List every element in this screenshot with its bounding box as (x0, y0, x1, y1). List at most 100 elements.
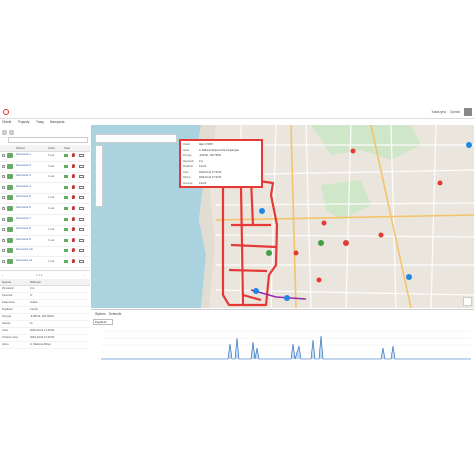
object-name: Kierowca 3 (16, 173, 31, 178)
location-icon[interactable] (72, 259, 75, 263)
popup-key: Obiekt (183, 143, 190, 146)
menu-bar: Obiekt Pojazdy Trasy Narzędzia (0, 119, 90, 127)
column-header[interactable]: Czas (48, 146, 55, 150)
list-item[interactable]: Kierowca 5 4 sek. (0, 193, 90, 205)
row-checkbox[interactable] (2, 154, 5, 157)
logo-icon (3, 109, 9, 115)
menu-item[interactable]: Narzędzia (50, 120, 64, 124)
object-time: 4 sek. (48, 175, 55, 179)
object-name: Kierowca 10 (16, 247, 33, 252)
property-key: Czas (2, 329, 8, 332)
row-checkbox[interactable] (2, 175, 5, 179)
popup-key: Czas (183, 170, 189, 174)
row-checkbox[interactable] (2, 249, 5, 253)
graph-select[interactable]: Prędkość (93, 319, 113, 325)
row-checkbox[interactable] (2, 238, 5, 242)
location-icon[interactable] (72, 153, 75, 157)
popup-key: Prędkość (183, 165, 193, 168)
property-value: 11 (30, 322, 33, 325)
location-icon[interactable] (72, 216, 75, 221)
column-header[interactable]: Stan (64, 146, 70, 150)
location-icon[interactable] (72, 195, 75, 200)
row-checkbox[interactable] (2, 207, 5, 210)
object-time: 4 sek. (48, 260, 55, 263)
menu-item[interactable]: Pojazdy (18, 120, 29, 124)
filter-icon[interactable] (9, 130, 14, 135)
column-header[interactable]: Obiekt (16, 146, 25, 150)
menu-item[interactable]: Trasy (36, 120, 44, 124)
row-checkbox[interactable] (2, 164, 5, 168)
object-time: 4 sek. (48, 196, 55, 200)
property-key: Pozycja (2, 315, 12, 318)
popup-value: -6.08741, 106.76531 (199, 154, 222, 157)
location-icon[interactable] (72, 237, 75, 242)
list-item[interactable]: Kierowca 3 4 sek. (0, 172, 90, 184)
speed-graph[interactable] (91, 326, 474, 366)
property-row: Satelity 11 (0, 321, 90, 328)
list-item[interactable]: Kierowca 2 3 sek. (0, 162, 90, 173)
battery-icon (79, 154, 84, 157)
user-name[interactable]: Katarzyna (432, 110, 446, 114)
avatar[interactable] (464, 108, 472, 116)
search-input[interactable] (8, 137, 88, 143)
map-view[interactable]: Obiekt Alam 471657 Adres Jl. Wahono Mulya N… (91, 125, 474, 308)
location-icon[interactable] (72, 163, 75, 168)
list-item[interactable]: Kierowca 7 (0, 215, 90, 226)
car-icon (7, 184, 13, 190)
location-icon[interactable] (72, 174, 75, 179)
menu-item[interactable]: Obiekt (2, 120, 11, 124)
object-popup: Obiekt Alam 471657 Adres Jl. Wahono Mulya N… (179, 139, 263, 188)
user-secondary[interactable]: Dymek (450, 110, 460, 114)
column-header: Nazwa (2, 280, 12, 284)
signal-icon (64, 249, 68, 253)
car-icon (7, 248, 13, 254)
list-item[interactable]: Kierowca 9 3 sek. (0, 236, 90, 247)
property-row: Ostatnie dane 2019-10-21 17:42:52 (0, 335, 90, 342)
battery-icon (79, 175, 84, 179)
tab-log[interactable]: Dziennik (109, 312, 121, 316)
list-item[interactable]: Kierowca 11 4 sek. (0, 257, 90, 268)
popup-value: 0 km/h (199, 181, 207, 185)
row-checkbox[interactable] (2, 260, 5, 263)
signal-icon (64, 175, 68, 179)
property-value: 2019-10-21 17:42:52 (30, 329, 55, 332)
list-item[interactable]: Kierowca 10 (0, 246, 90, 258)
top-bar: Katarzyna Dymek (0, 107, 474, 119)
location-icon[interactable] (72, 248, 75, 253)
row-checkbox[interactable] (2, 185, 5, 189)
car-icon (7, 227, 13, 233)
popup-key: Pozycja (183, 154, 192, 157)
list-item[interactable]: Kierowca 1 5 sek. (0, 151, 90, 162)
tab-graph[interactable]: Wykres (95, 312, 106, 316)
row-checkbox[interactable] (2, 228, 5, 232)
signal-icon (64, 164, 68, 168)
battery-icon (79, 260, 84, 263)
next-page-icon[interactable]: › (84, 273, 85, 277)
list-item[interactable]: Kierowca 4 (0, 183, 90, 194)
object-name: Kierowca 4 (16, 183, 31, 188)
list-item[interactable]: Kierowca 6 4 sek. (0, 204, 90, 215)
list-item[interactable]: Kierowca 8 4 sek. (0, 225, 90, 237)
object-time: 3 sek. (48, 164, 55, 168)
battery-icon (79, 207, 84, 210)
property-key: Kierunek (2, 294, 13, 297)
row-checkbox[interactable] (2, 196, 5, 200)
zoom-icon[interactable] (463, 297, 472, 306)
refresh-icon[interactable] (2, 130, 7, 135)
object-name: Kierowca 6 (16, 205, 31, 209)
location-icon[interactable] (72, 184, 75, 189)
signal-icon (64, 207, 68, 210)
popup-value: 0 m (199, 159, 203, 163)
popup-value: Alam 471657 (199, 143, 214, 146)
prev-page-icon[interactable]: ‹ (2, 273, 3, 277)
object-time: 4 sek. (48, 207, 55, 210)
property-row: Wysokość 0 m (0, 286, 90, 293)
object-time: 4 sek. (48, 228, 55, 232)
row-checkbox[interactable] (2, 217, 5, 221)
popup-key: Adres (183, 148, 190, 152)
map-canvas[interactable] (91, 125, 474, 308)
properties-header: Nazwa Wartość (0, 279, 90, 286)
signal-icon (64, 154, 68, 157)
location-icon[interactable] (72, 206, 75, 210)
location-icon[interactable] (72, 227, 75, 232)
